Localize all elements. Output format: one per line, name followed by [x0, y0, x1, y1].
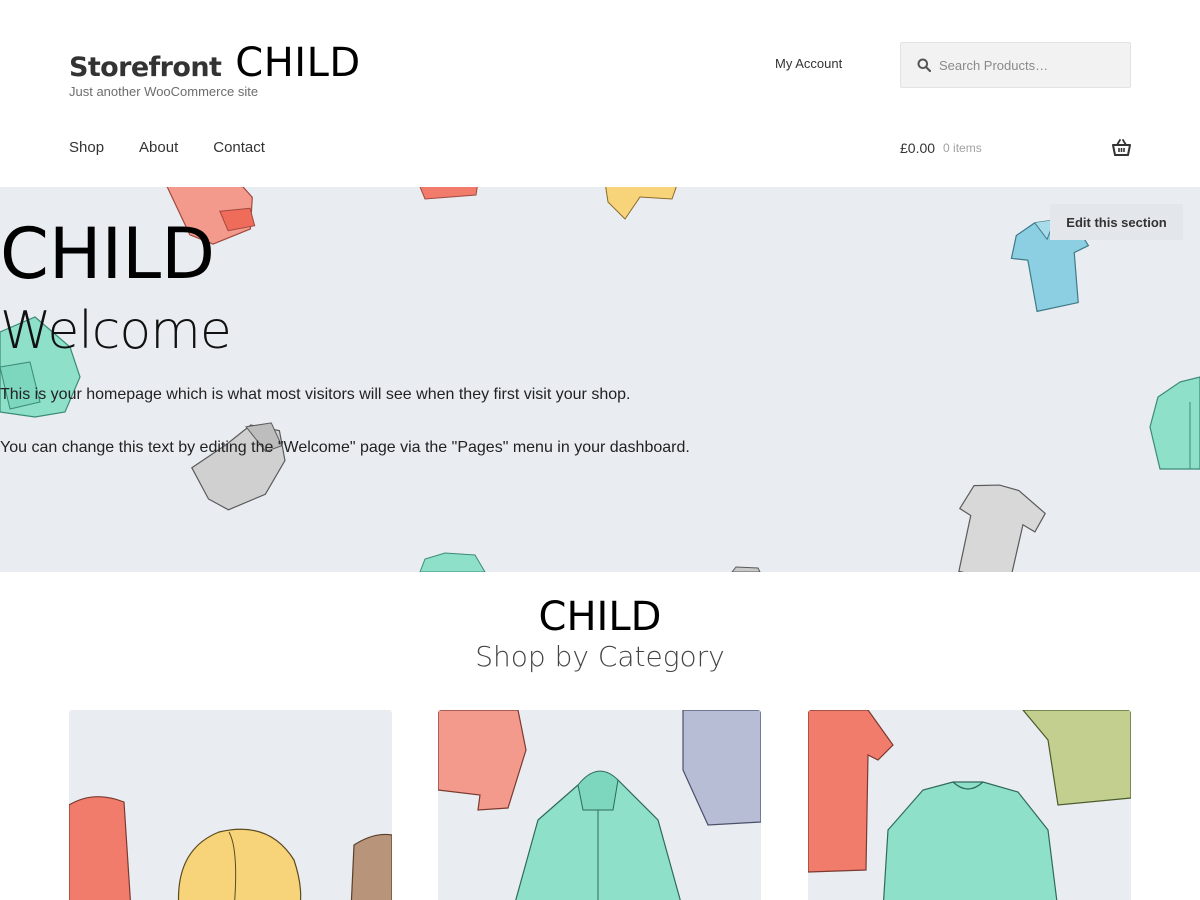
- tshirts-illustration: [808, 710, 1131, 900]
- hero-paragraph: You can change this text by editing the …: [0, 439, 690, 456]
- search-input[interactable]: [939, 57, 1119, 73]
- site-brand[interactable]: Storefront: [69, 52, 222, 83]
- hero-title: Welcome: [0, 301, 232, 361]
- nav-item-shop[interactable]: Shop: [69, 139, 104, 156]
- category-section-title: Shop by Category: [475, 640, 725, 673]
- grey-tshirt-illustration: [958, 484, 1046, 572]
- coral-shirt-illustration: [419, 187, 478, 200]
- hero-child-label: CHILD: [0, 213, 216, 295]
- site-tagline: Just another WooCommerce site: [69, 84, 259, 99]
- grey-hoodie-illustration: [191, 422, 286, 511]
- header-cart[interactable]: £0.00 0 items: [900, 139, 1131, 156]
- basket-icon[interactable]: [1112, 139, 1131, 156]
- mint-garment-illustration: [419, 552, 486, 572]
- category-card-tshirts[interactable]: [808, 710, 1131, 900]
- welcome-hero: CHILD Welcome This is your homepage whic…: [0, 187, 1200, 572]
- category-card-accessories[interactable]: [69, 710, 392, 900]
- hoodies-illustration: [438, 710, 761, 900]
- site-brand-suffix: CHILD: [235, 40, 361, 86]
- hero-paragraph: This is your homepage which is what most…: [0, 386, 631, 403]
- nav-item-about[interactable]: About: [139, 139, 178, 156]
- category-child-label: CHILD: [538, 594, 662, 640]
- my-account-link[interactable]: My Account: [775, 56, 842, 71]
- site-title[interactable]: Storefront CHILD: [69, 40, 361, 86]
- cart-amount[interactable]: £0.00: [900, 140, 935, 156]
- search-icon: [917, 58, 931, 72]
- edit-section-button[interactable]: Edit this section: [1050, 204, 1183, 240]
- hats-illustration: [69, 796, 392, 900]
- grey-garment-illustration: [731, 566, 761, 572]
- cart-count[interactable]: 0 items: [943, 141, 982, 155]
- yellow-shirt-illustration: [605, 187, 677, 220]
- primary-nav: Shop About Contact: [69, 139, 265, 156]
- nav-item-contact[interactable]: Contact: [213, 139, 265, 156]
- search-box[interactable]: [900, 42, 1131, 88]
- category-card-hoodies[interactable]: [438, 710, 761, 900]
